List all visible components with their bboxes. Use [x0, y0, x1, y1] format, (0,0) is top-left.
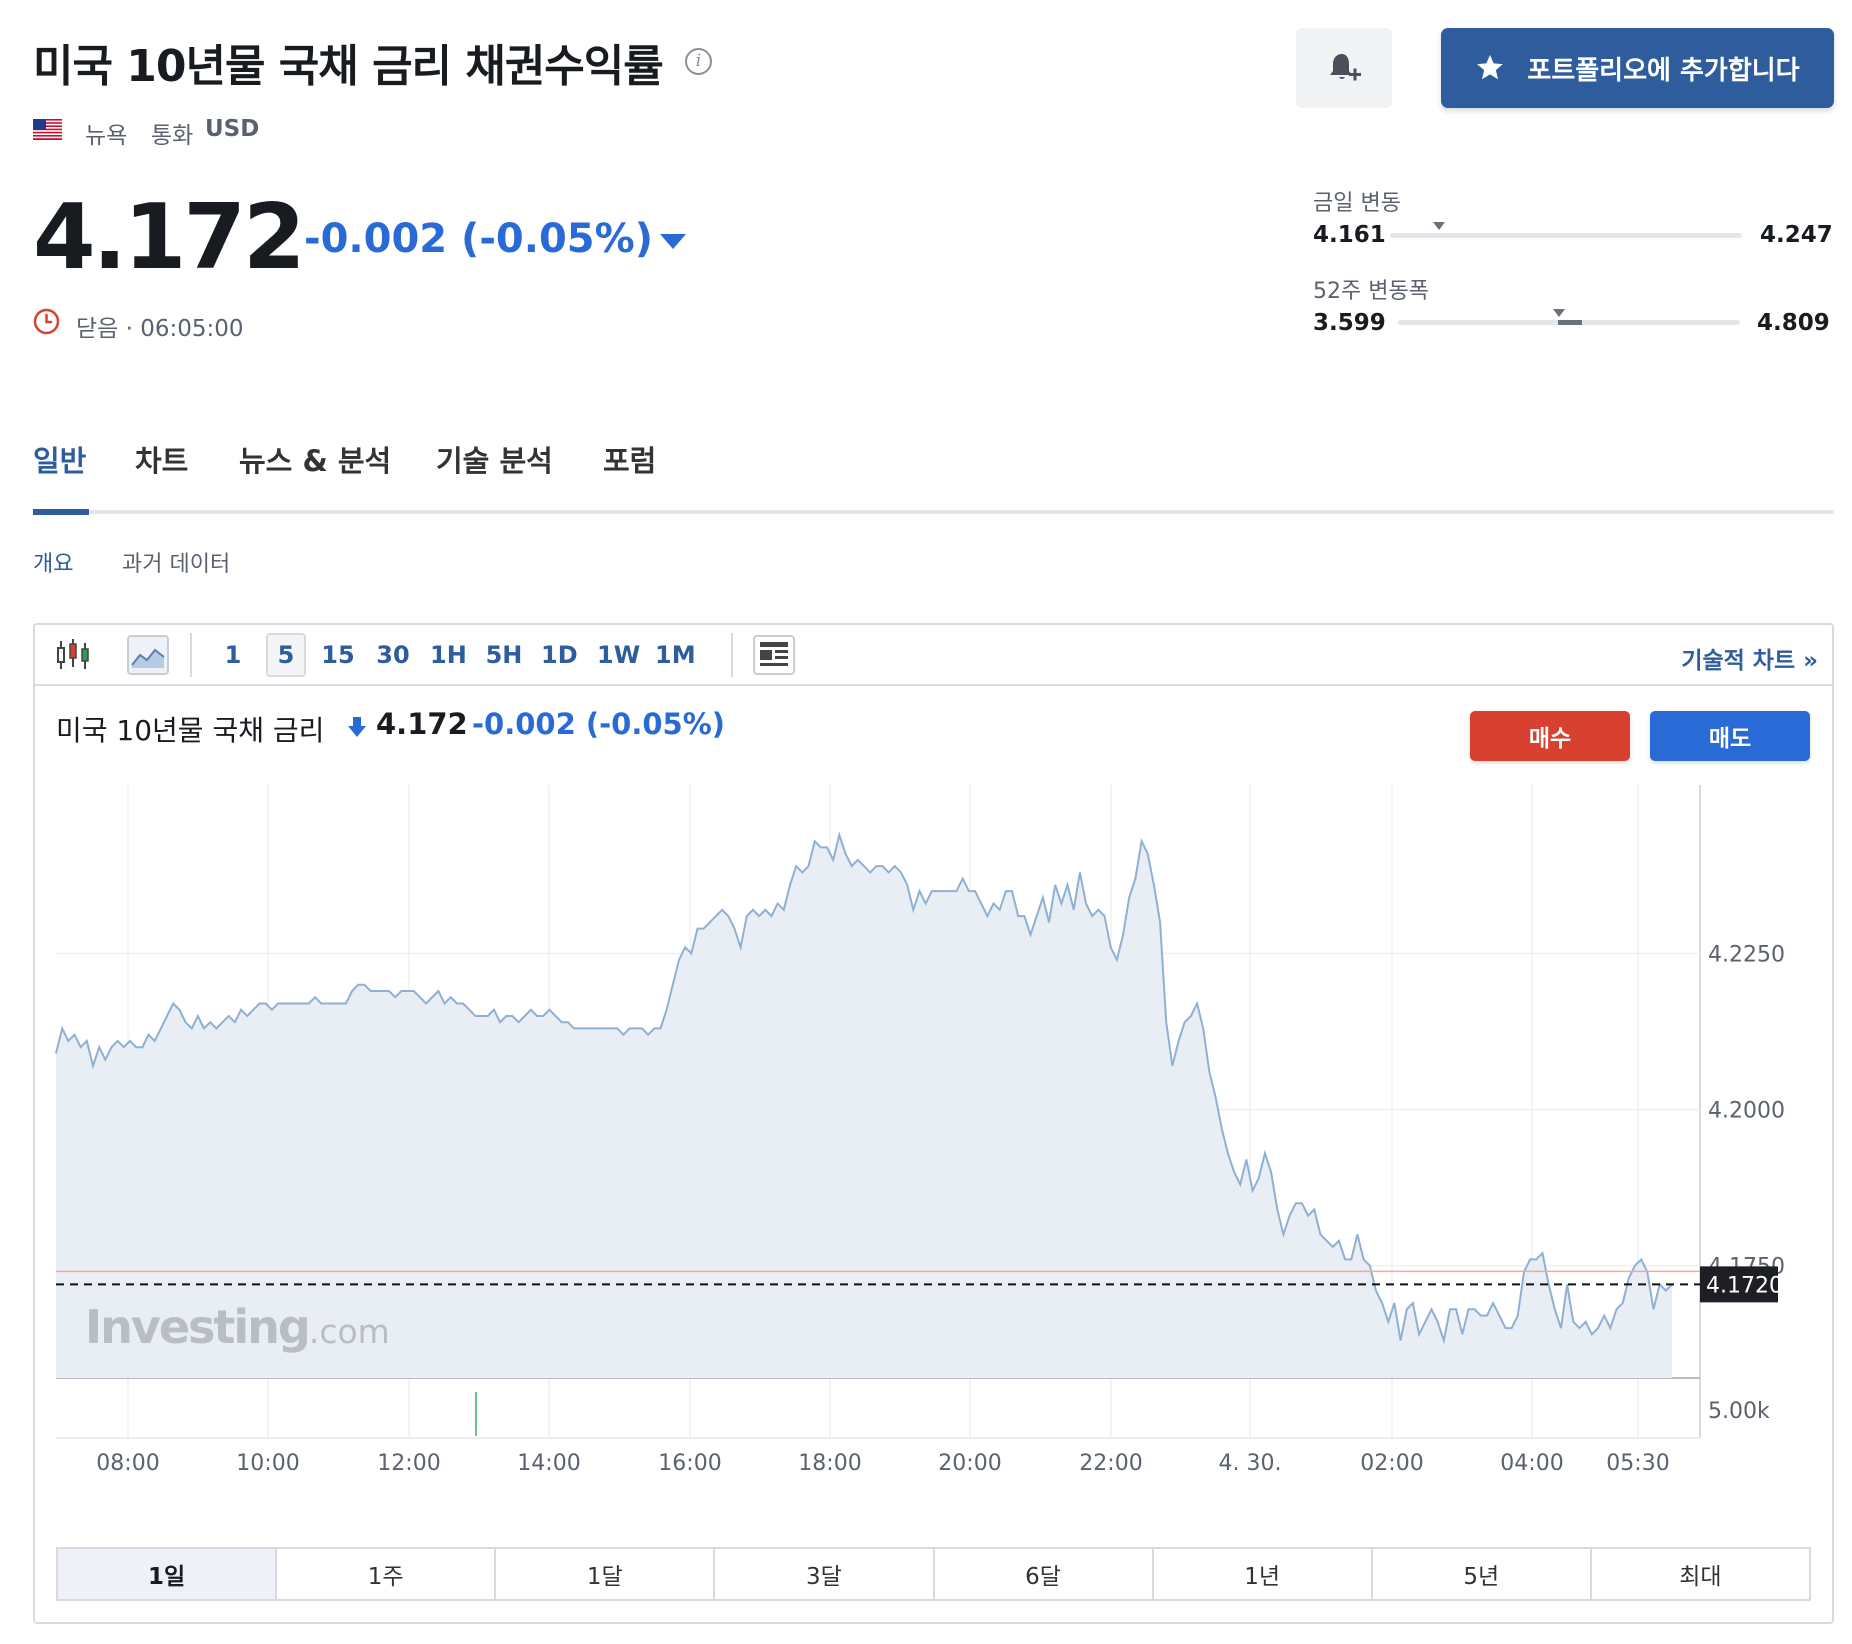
week52-range-bar: [1398, 309, 1740, 325]
day-range-bar: [1390, 222, 1742, 238]
last-price: 4.172: [33, 185, 306, 290]
toolbar-separator: [190, 633, 192, 677]
tab-technical[interactable]: 기술 분석: [436, 438, 553, 480]
interval-1h[interactable]: 1H: [430, 641, 467, 669]
clock-icon: [33, 308, 60, 335]
chart-toolbar: 1 5 15 30 1H 5H 1D 1W 1M 기술적 차트 »: [35, 625, 1832, 686]
period-3mo[interactable]: 3달: [715, 1549, 935, 1599]
chart-instrument-name: 미국 10년물 국채 금리: [56, 714, 325, 747]
news-layout-icon[interactable]: [753, 635, 795, 675]
week52-range-fill: [1558, 320, 1582, 325]
market-status: 닫음 · 06:05:00: [76, 316, 244, 342]
interval-15[interactable]: 15: [320, 641, 356, 669]
interval-5h[interactable]: 5H: [485, 641, 523, 669]
period-1mo[interactable]: 1달: [496, 1549, 716, 1599]
watermark-main: Investing: [85, 1300, 311, 1354]
buy-button[interactable]: 매수: [1470, 711, 1630, 761]
tab-overview[interactable]: 일반: [33, 438, 86, 480]
chart-container: [33, 623, 1834, 1624]
area-chart-icon[interactable]: [127, 635, 169, 675]
chart-price: 4.172: [376, 707, 468, 741]
day-range-low: 4.161: [1313, 222, 1386, 248]
day-range-marker: [1433, 222, 1446, 230]
down-arrow-icon: [348, 717, 366, 737]
subtab-historical-data[interactable]: 과거 데이터: [122, 546, 230, 578]
page-title: 미국 10년물 국채 금리 채권수익률: [33, 41, 664, 92]
investing-watermark: Investing.com: [85, 1300, 390, 1354]
tab-forum[interactable]: 포럼: [603, 438, 656, 480]
currency-value: USD: [205, 116, 260, 142]
toolbar-separator: [731, 633, 733, 677]
period-1y[interactable]: 1년: [1154, 1549, 1373, 1599]
candlestick-icon[interactable]: [55, 637, 91, 673]
bell-plus-icon: [1330, 54, 1361, 81]
technical-chart-link[interactable]: 기술적 차트 »: [1681, 641, 1818, 675]
period-1w[interactable]: 1주: [277, 1549, 497, 1599]
tab-chart[interactable]: 차트: [135, 438, 188, 480]
us-flag-icon: [33, 119, 62, 140]
add-to-portfolio-button[interactable]: 포트폴리오에 추가합니다: [1441, 28, 1834, 108]
portfolio-button-label: 포트폴리오에 추가합니다: [1527, 55, 1800, 86]
tab-news-analysis[interactable]: 뉴스 & 분석: [239, 438, 391, 480]
period-1d[interactable]: 1일: [58, 1549, 278, 1599]
price-change: -0.002 (-0.05%): [304, 216, 653, 262]
week52-range-label: 52주 변동폭: [1313, 279, 1429, 304]
interval-1[interactable]: 1: [223, 641, 243, 669]
interval-5[interactable]: 5: [266, 633, 306, 677]
interval-1w[interactable]: 1W: [597, 641, 640, 669]
tab-divider: [33, 510, 1834, 514]
week52-range-high: 4.809: [1757, 310, 1830, 336]
interval-1m[interactable]: 1M: [655, 641, 696, 669]
interval-30[interactable]: 30: [375, 641, 411, 669]
subtab-summary[interactable]: 개요: [33, 546, 73, 578]
star-icon: [1477, 54, 1504, 80]
watermark-suffix: .com: [308, 1312, 390, 1351]
info-icon[interactable]: i: [685, 48, 712, 75]
exchange-name: 뉴욕: [85, 123, 128, 149]
week52-range-low: 3.599: [1313, 310, 1386, 336]
period-5y[interactable]: 5년: [1373, 1549, 1592, 1599]
day-range-high: 4.247: [1760, 222, 1833, 248]
down-arrow-icon: [660, 234, 686, 249]
period-max[interactable]: 최대: [1592, 1549, 1809, 1599]
currency-label: 통화: [151, 123, 194, 149]
add-alert-button[interactable]: [1296, 28, 1392, 108]
period-6mo[interactable]: 6달: [935, 1549, 1154, 1599]
sell-button[interactable]: 매도: [1650, 711, 1810, 761]
chart-change: -0.002 (-0.05%): [472, 707, 726, 741]
week52-range-marker: [1552, 309, 1565, 317]
period-selector: 1일 1주 1달 3달 6달 1년 5년 최대: [56, 1547, 1811, 1601]
active-tab-indicator: [33, 509, 89, 515]
day-range-label: 금일 변동: [1313, 191, 1401, 216]
interval-1d[interactable]: 1D: [541, 641, 578, 669]
